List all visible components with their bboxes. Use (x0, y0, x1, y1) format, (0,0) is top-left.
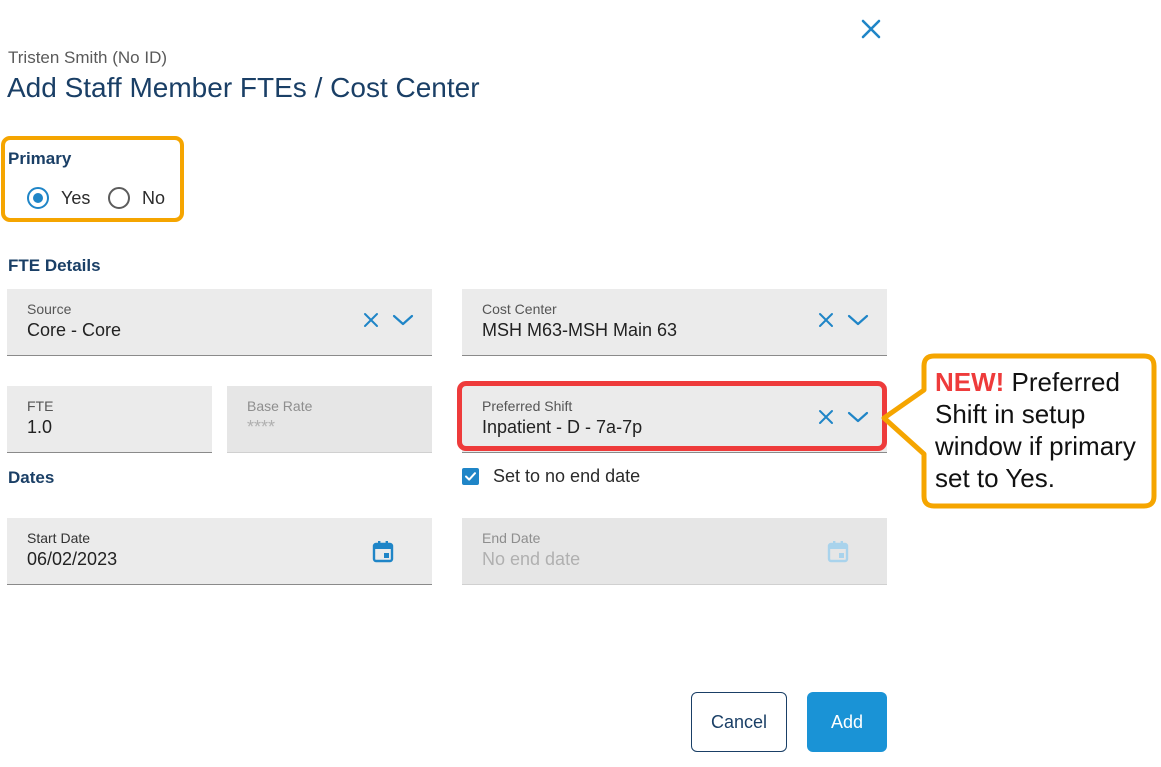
annotation-highlight: NEW! (935, 367, 1005, 397)
base-rate-label: Base Rate (247, 398, 313, 414)
cost-center-select[interactable]: Cost Center MSH M63-MSH Main 63 (462, 289, 887, 356)
fte-label: FTE (27, 398, 54, 414)
no-end-date-label: Set to no end date (493, 466, 641, 486)
dates-heading: Dates (8, 468, 55, 487)
calendar-icon[interactable] (372, 540, 394, 563)
no-end-date-toggle[interactable]: Set to no end date (462, 466, 640, 487)
clear-icon[interactable] (817, 311, 835, 329)
primary-yes-label: Yes (61, 187, 91, 208)
start-date-input[interactable]: Start Date 06/02/2023 (7, 518, 432, 585)
source-value: Core - Core (27, 320, 122, 340)
fte-input[interactable]: FTE 1.0 (7, 386, 212, 453)
primary-yes-radio[interactable]: Yes (27, 187, 90, 209)
end-date-placeholder: No end date (482, 549, 581, 569)
cost-center-value: MSH M63-MSH Main 63 (482, 320, 678, 340)
close-button[interactable] (856, 14, 886, 44)
close-icon[interactable] (856, 14, 886, 44)
primary-no-label: No (142, 187, 166, 208)
primary-no-radio[interactable]: No (108, 187, 165, 209)
radio-selected-icon[interactable] (27, 187, 49, 209)
fte-value[interactable]: 1.0 (27, 417, 52, 438)
staff-member-name: Tristen Smith (No ID) (8, 48, 168, 67)
start-date-label: Start Date (27, 530, 91, 546)
clear-icon[interactable] (362, 311, 380, 329)
end-date-label: End Date (482, 530, 541, 546)
chevron-down-icon[interactable] (392, 313, 414, 327)
annotation-text: NEW! Preferred Shift in setup window if … (935, 366, 1150, 494)
start-date-value[interactable]: 06/02/2023 (27, 549, 117, 570)
base-rate-field: Base Rate **** (227, 386, 432, 453)
fte-details-heading: FTE Details (8, 256, 101, 275)
page-title: Add Staff Member FTEs / Cost Center (7, 72, 480, 103)
source-select[interactable]: Source Core - Core (7, 289, 432, 356)
chevron-down-icon[interactable] (847, 313, 869, 327)
radio-unselected-icon[interactable] (108, 187, 130, 209)
end-date-input: End Date No end date (462, 518, 887, 585)
cancel-button[interactable]: Cancel (691, 692, 787, 752)
source-label: Source (27, 301, 72, 317)
cost-center-label: Cost Center (482, 301, 557, 317)
checkbox-checked-icon[interactable] (462, 468, 479, 485)
calendar-icon (827, 541, 849, 563)
add-button[interactable]: Add (807, 692, 887, 752)
preferred-shift-highlight-box (457, 381, 887, 451)
primary-label: Primary (8, 149, 72, 168)
base-rate-value: **** (247, 417, 276, 437)
